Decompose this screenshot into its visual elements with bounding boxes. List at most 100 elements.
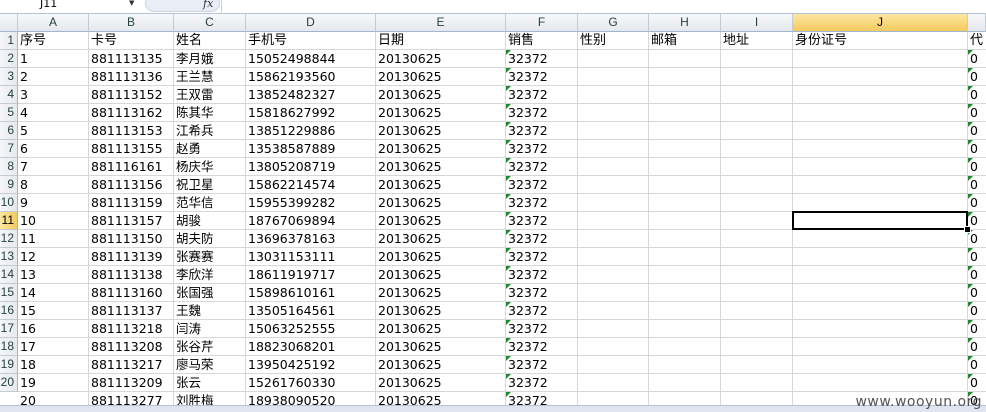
table-cell[interactable]: 17 (18, 338, 89, 356)
row-header-9[interactable]: 9 (0, 176, 18, 194)
number-as-text-warning-icon[interactable] (968, 158, 973, 163)
table-cell[interactable]: 881113136 (89, 68, 174, 86)
header-cell[interactable]: 卡号 (89, 32, 174, 50)
row-header-12[interactable]: 12 (0, 230, 18, 248)
row-header-20[interactable]: 20 (0, 374, 18, 392)
table-cell[interactable]: 881113218 (89, 320, 174, 338)
header-cell[interactable]: 日期 (376, 32, 506, 50)
number-as-text-warning-icon[interactable] (968, 284, 973, 289)
row-header-15[interactable]: 15 (0, 284, 18, 302)
number-as-text-warning-icon[interactable] (968, 194, 973, 199)
table-cell[interactable]: 881113139 (89, 248, 174, 266)
table-cell[interactable]: 6 (18, 140, 89, 158)
number-as-text-warning-icon[interactable] (968, 50, 973, 55)
table-cell[interactable]: 14 (18, 284, 89, 302)
number-as-text-warning-icon[interactable] (968, 122, 973, 127)
table-cell[interactable]: 15 (18, 302, 89, 320)
table-cell[interactable]: 13696378163 (246, 230, 376, 248)
row-header-19[interactable]: 19 (0, 356, 18, 374)
table-cell[interactable]: 20130625 (376, 158, 506, 176)
table-cell[interactable]: 32372 (506, 248, 578, 266)
table-cell[interactable]: 32372 (506, 230, 578, 248)
table-cell[interactable]: 15818627992 (246, 104, 376, 122)
table-cell[interactable]: 20130625 (376, 374, 506, 392)
table-cell[interactable]: 32372 (506, 320, 578, 338)
number-as-text-warning-icon[interactable] (968, 140, 973, 145)
table-cell[interactable]: 2 (18, 68, 89, 86)
table-cell[interactable]: 32372 (506, 68, 578, 86)
number-as-text-warning-icon[interactable] (506, 86, 511, 91)
number-as-text-warning-icon[interactable] (968, 266, 973, 271)
number-as-text-warning-icon[interactable] (506, 176, 511, 181)
row-header-8[interactable]: 8 (0, 158, 18, 176)
table-cell[interactable]: 王双雷 (174, 86, 246, 104)
row-header-7[interactable]: 7 (0, 140, 18, 158)
table-cell[interactable]: 范华信 (174, 194, 246, 212)
row-header-16[interactable]: 16 (0, 302, 18, 320)
table-cell[interactable]: 张云 (174, 374, 246, 392)
table-cell[interactable]: 32372 (506, 176, 578, 194)
table-cell[interactable]: 10 (18, 212, 89, 230)
table-cell[interactable]: 881113160 (89, 284, 174, 302)
number-as-text-warning-icon[interactable] (506, 212, 511, 217)
table-cell[interactable]: 9 (18, 194, 89, 212)
table-cell[interactable]: 881116161 (89, 158, 174, 176)
table-cell[interactable]: 881113156 (89, 176, 174, 194)
table-cell[interactable]: 张谷芹 (174, 338, 246, 356)
table-cell[interactable]: 881113159 (89, 194, 174, 212)
number-as-text-warning-icon[interactable] (506, 50, 511, 55)
table-cell[interactable]: 20130625 (376, 248, 506, 266)
number-as-text-warning-icon[interactable] (506, 140, 511, 145)
function-icon[interactable]: fx (203, 0, 213, 10)
table-cell[interactable]: 16 (18, 320, 89, 338)
number-as-text-warning-icon[interactable] (968, 86, 973, 91)
row-header-14[interactable]: 14 (0, 266, 18, 284)
chevron-down-icon[interactable]: ▼ (129, 0, 134, 7)
table-cell[interactable]: 32372 (506, 212, 578, 230)
header-cell[interactable]: 地址 (721, 32, 793, 50)
header-cell[interactable]: 性别 (578, 32, 649, 50)
table-cell[interactable]: 20130625 (376, 266, 506, 284)
table-cell[interactable]: 32372 (506, 266, 578, 284)
number-as-text-warning-icon[interactable] (968, 212, 973, 217)
number-as-text-warning-icon[interactable] (506, 338, 511, 343)
number-as-text-warning-icon[interactable] (968, 320, 973, 325)
table-cell[interactable]: 20130625 (376, 104, 506, 122)
table-cell[interactable]: 881113217 (89, 356, 174, 374)
table-cell[interactable]: 18823068201 (246, 338, 376, 356)
row-header-10[interactable]: 10 (0, 194, 18, 212)
number-as-text-warning-icon[interactable] (968, 302, 973, 307)
table-cell[interactable]: 王魏 (174, 302, 246, 320)
number-as-text-warning-icon[interactable] (506, 320, 511, 325)
table-cell[interactable]: 881113135 (89, 50, 174, 68)
table-cell[interactable]: 32372 (506, 194, 578, 212)
table-cell[interactable]: 13538587889 (246, 140, 376, 158)
table-cell[interactable]: 20130625 (376, 212, 506, 230)
column-header-b[interactable]: B (89, 14, 174, 32)
table-cell[interactable]: 20130625 (376, 194, 506, 212)
table-cell[interactable]: 881113150 (89, 230, 174, 248)
number-as-text-warning-icon[interactable] (506, 194, 511, 199)
number-as-text-warning-icon[interactable] (506, 122, 511, 127)
table-cell[interactable]: 18611919717 (246, 266, 376, 284)
table-cell[interactable]: 15052498844 (246, 50, 376, 68)
table-cell[interactable]: 胡骏 (174, 212, 246, 230)
table-cell[interactable]: 李欣洋 (174, 266, 246, 284)
table-cell[interactable]: 20130625 (376, 50, 506, 68)
table-cell[interactable]: 8 (18, 176, 89, 194)
table-cell[interactable]: 20130625 (376, 356, 506, 374)
table-cell[interactable]: 20130625 (376, 68, 506, 86)
table-cell[interactable]: 13851229886 (246, 122, 376, 140)
number-as-text-warning-icon[interactable] (968, 338, 973, 343)
row-header-4[interactable]: 4 (0, 86, 18, 104)
table-cell[interactable]: 张赛赛 (174, 248, 246, 266)
header-cell[interactable]: 邮箱 (649, 32, 721, 50)
header-cell[interactable]: 销售 (506, 32, 578, 50)
table-cell[interactable]: 5 (18, 122, 89, 140)
row-header-13[interactable]: 13 (0, 248, 18, 266)
number-as-text-warning-icon[interactable] (506, 284, 511, 289)
row-header-1[interactable]: 1 (0, 32, 18, 50)
number-as-text-warning-icon[interactable] (968, 176, 973, 181)
column-header-d[interactable]: D (246, 14, 376, 32)
table-cell[interactable]: 廖马荣 (174, 356, 246, 374)
